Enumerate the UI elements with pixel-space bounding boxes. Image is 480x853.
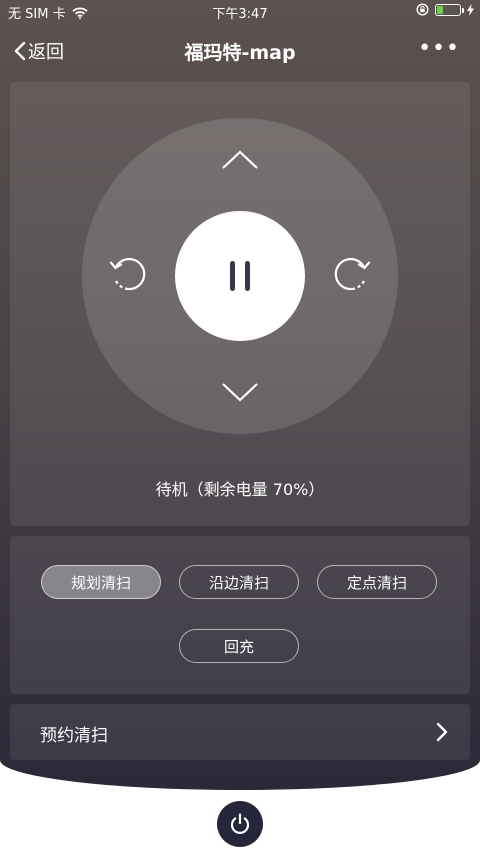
charging-icon: [467, 3, 474, 16]
cleaning-mode-panel: 规划清扫 沿边清扫 定点清扫 回充: [10, 536, 470, 694]
mode-button-spot[interactable]: 定点清扫: [317, 565, 437, 599]
battery-fill: [437, 5, 444, 14]
status-right: [416, 3, 474, 16]
direction-pad: [82, 118, 398, 434]
schedule-label: 预约清扫: [40, 726, 108, 746]
battery-tip: [462, 7, 464, 13]
device-status-text: 待机（剩余电量 70%）: [155, 480, 325, 499]
pause-button[interactable]: [175, 211, 305, 341]
power-icon: [230, 813, 250, 834]
mode-button-recharge[interactable]: 回充: [179, 629, 299, 663]
power-button[interactable]: [217, 801, 263, 847]
lock-rotation-icon: [416, 3, 429, 16]
control-panel: 待机（剩余电量 70%）: [10, 82, 470, 526]
more-button[interactable]: •••: [418, 36, 460, 61]
rotate-left-button[interactable]: [108, 254, 148, 294]
mode-button-edge[interactable]: 沿边清扫: [179, 565, 299, 599]
pause-icon: [230, 261, 250, 291]
chevron-up-icon: [222, 150, 258, 169]
rotate-left-icon: [109, 258, 146, 291]
status-bar: 无 SIM 卡 下午3:47: [0, 0, 480, 24]
chevron-right-icon: [436, 722, 448, 742]
status-time: 下午3:47: [212, 7, 268, 22]
rotate-right-icon: [334, 258, 371, 291]
navigation-bar: 返回 福玛特-map •••: [0, 28, 480, 72]
chevron-down-icon: [222, 383, 258, 402]
mode-button-planned[interactable]: 规划清扫: [41, 565, 161, 599]
schedule-row[interactable]: 预约清扫: [10, 704, 470, 760]
rotate-right-button[interactable]: [332, 254, 372, 294]
move-backward-button[interactable]: [220, 376, 260, 406]
battery-icon: [435, 3, 464, 16]
move-forward-button[interactable]: [220, 146, 260, 176]
page-title: 福玛特-map: [184, 42, 296, 64]
